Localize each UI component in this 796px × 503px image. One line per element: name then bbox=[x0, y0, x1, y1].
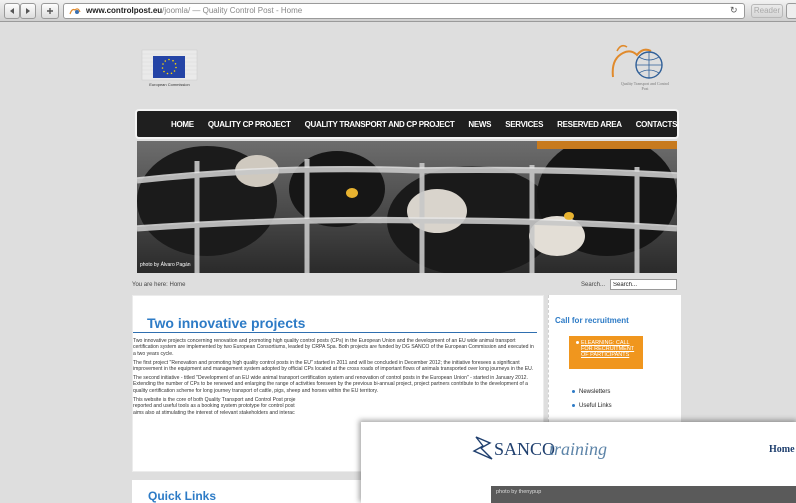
browser-toolbar: www.controlpost.eu/joomla/ — Quality Con… bbox=[0, 0, 796, 22]
eu-logo-text: European Commission bbox=[149, 82, 190, 87]
address-bar[interactable]: www.controlpost.eu/joomla/ — Quality Con… bbox=[63, 3, 745, 19]
european-commission-logo[interactable]: European Commission bbox=[138, 48, 201, 102]
quick-links-panel: Quick Links bbox=[132, 480, 362, 503]
breadcrumb: You are here: Home bbox=[132, 282, 186, 288]
article-paragraph: Two innovative projects concerning renov… bbox=[133, 338, 534, 357]
nav-quality-transport-project[interactable]: QUALITY TRANSPORT AND CP PROJECT bbox=[305, 120, 455, 129]
page-title: — Quality Control Post - Home bbox=[192, 6, 303, 15]
sanco-nav-home[interactable]: Home bbox=[769, 444, 795, 455]
nav-home[interactable]: HOME bbox=[171, 120, 194, 129]
cow-globe-icon bbox=[611, 44, 663, 79]
url-host: www.controlpost.eu bbox=[86, 6, 163, 15]
main-navigation: HOME QUALITY CP PROJECT QUALITY TRANSPOR… bbox=[137, 111, 677, 137]
forward-arrow-icon bbox=[26, 8, 30, 14]
reader-button[interactable]: Reader bbox=[751, 4, 783, 18]
nav-quality-cp-project[interactable]: QUALITY CP PROJECT bbox=[208, 120, 291, 129]
back-arrow-icon bbox=[10, 8, 14, 14]
nav-contacts[interactable]: CONTACTS bbox=[636, 120, 678, 129]
sanco-brand: SANCO bbox=[494, 439, 556, 459]
article-paragraph: The first project "Renovation and promot… bbox=[133, 359, 534, 373]
sanco-photo-credit: photo by thenypup bbox=[496, 489, 542, 495]
search-input[interactable] bbox=[610, 279, 677, 290]
article-title: Two innovative projects bbox=[147, 315, 306, 331]
sidebar-title: Call for recruitment bbox=[555, 316, 629, 325]
breadcrumb-label: You are here: bbox=[132, 282, 168, 288]
breadcrumb-current: Home bbox=[169, 282, 186, 288]
site-favicon-icon bbox=[69, 8, 81, 15]
toolbar-overflow-button[interactable] bbox=[786, 3, 796, 19]
elearning-recruitment-link[interactable]: ELEARNING: CALL FOR RECRUITMENT OF PARTI… bbox=[576, 340, 639, 358]
forward-button[interactable] bbox=[20, 3, 36, 19]
title-divider bbox=[133, 332, 537, 333]
search-label: Search... bbox=[581, 282, 606, 288]
sanco-brand-suffix: training bbox=[549, 439, 608, 459]
url-path: /joomla/ bbox=[162, 6, 191, 15]
article-paragraph: The second initiative - titled "Developm… bbox=[133, 375, 529, 394]
cattle-photo bbox=[137, 141, 677, 273]
sidebar-item-newsletters[interactable]: Newsletters bbox=[571, 389, 610, 395]
sidebar-item-useful-links[interactable]: Useful Links bbox=[572, 403, 612, 409]
nav-news[interactable]: NEWS bbox=[468, 120, 491, 129]
reload-icon[interactable]: ↻ bbox=[730, 5, 738, 16]
nav-reserved-area[interactable]: RESERVED AREA bbox=[557, 120, 622, 129]
qt-logo-text: Quality Transport and Control Post bbox=[620, 81, 670, 91]
add-bookmark-button[interactable] bbox=[41, 3, 59, 19]
hero-photo-credit: photo by Álvaro Pagán bbox=[140, 262, 191, 268]
article-body: Two innovative projects concerning renov… bbox=[133, 338, 538, 416]
recruitment-callout: ELEARNING: CALL FOR RECRUITMENT OF PARTI… bbox=[569, 336, 643, 369]
eu-building-icon bbox=[141, 49, 198, 81]
hero-image: photo by Álvaro Pagán bbox=[137, 141, 677, 273]
sanco-training-window[interactable]: SANCO training Home photo by thenypup bbox=[361, 422, 796, 503]
plus-icon bbox=[47, 8, 53, 14]
article-paragraph-line: aims also at stimulating the interest of… bbox=[133, 409, 295, 416]
quality-transport-logo[interactable]: Quality Transport and Control Post bbox=[603, 39, 673, 101]
web-page: European Commission Quality Transport an… bbox=[0, 23, 796, 503]
nav-services[interactable]: SERVICES bbox=[505, 120, 543, 129]
back-button[interactable] bbox=[4, 3, 20, 19]
quick-links-title: Quick Links bbox=[148, 489, 217, 503]
